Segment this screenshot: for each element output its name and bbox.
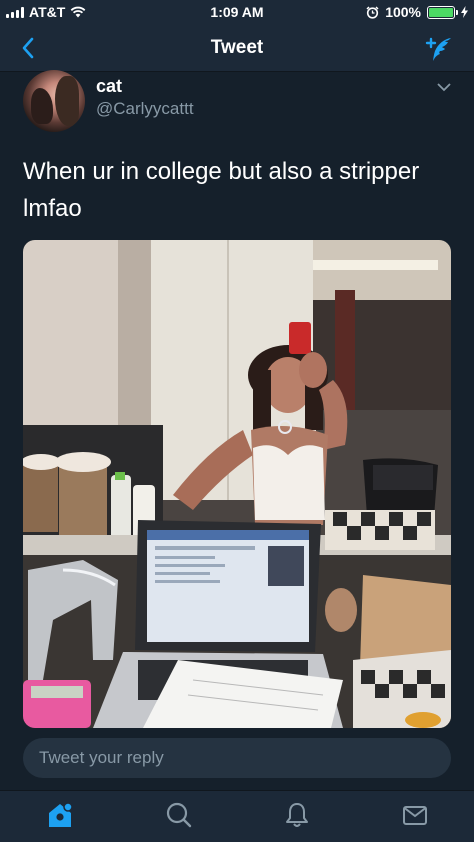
avatar-hair-shape [55,76,79,126]
tab-home[interactable] [46,801,74,829]
checkered-box [325,510,435,550]
user-handle[interactable]: @Carlyycattt [96,99,194,119]
search-icon [166,802,192,828]
tab-messages[interactable] [401,801,429,829]
tweet-photo-illustration [23,240,451,728]
battery-fill [429,7,453,17]
tweet-options-button[interactable] [436,80,452,92]
tab-search[interactable] [165,801,193,829]
tweet-photo[interactable] [23,240,451,728]
reply-input[interactable]: Tweet your reply [23,738,451,778]
battery-percent: 100% [385,4,421,20]
compose-tweet-button[interactable] [424,34,454,64]
tab-bar [0,790,474,842]
alarm-icon [366,5,379,19]
bell-icon [286,803,308,827]
chevron-down-icon [437,83,451,92]
nav-bar: Tweet [0,24,474,72]
status-bar: AT&T 1:09 AM 100% [0,0,474,24]
mail-icon [403,806,427,825]
status-right-group: 100% [366,4,468,20]
battery-icon [427,5,458,19]
tweet-text: When ur in college but also a stripper l… [23,158,420,222]
avatar-shade-shape [31,88,53,124]
compose-tweet-icon [425,37,451,61]
page-title: Tweet [210,37,264,58]
display-name[interactable]: cat [96,76,122,97]
tab-notifications[interactable] [283,801,311,829]
charging-bolt-icon [461,6,468,18]
home-icon [49,802,73,827]
avatar[interactable] [23,70,85,132]
